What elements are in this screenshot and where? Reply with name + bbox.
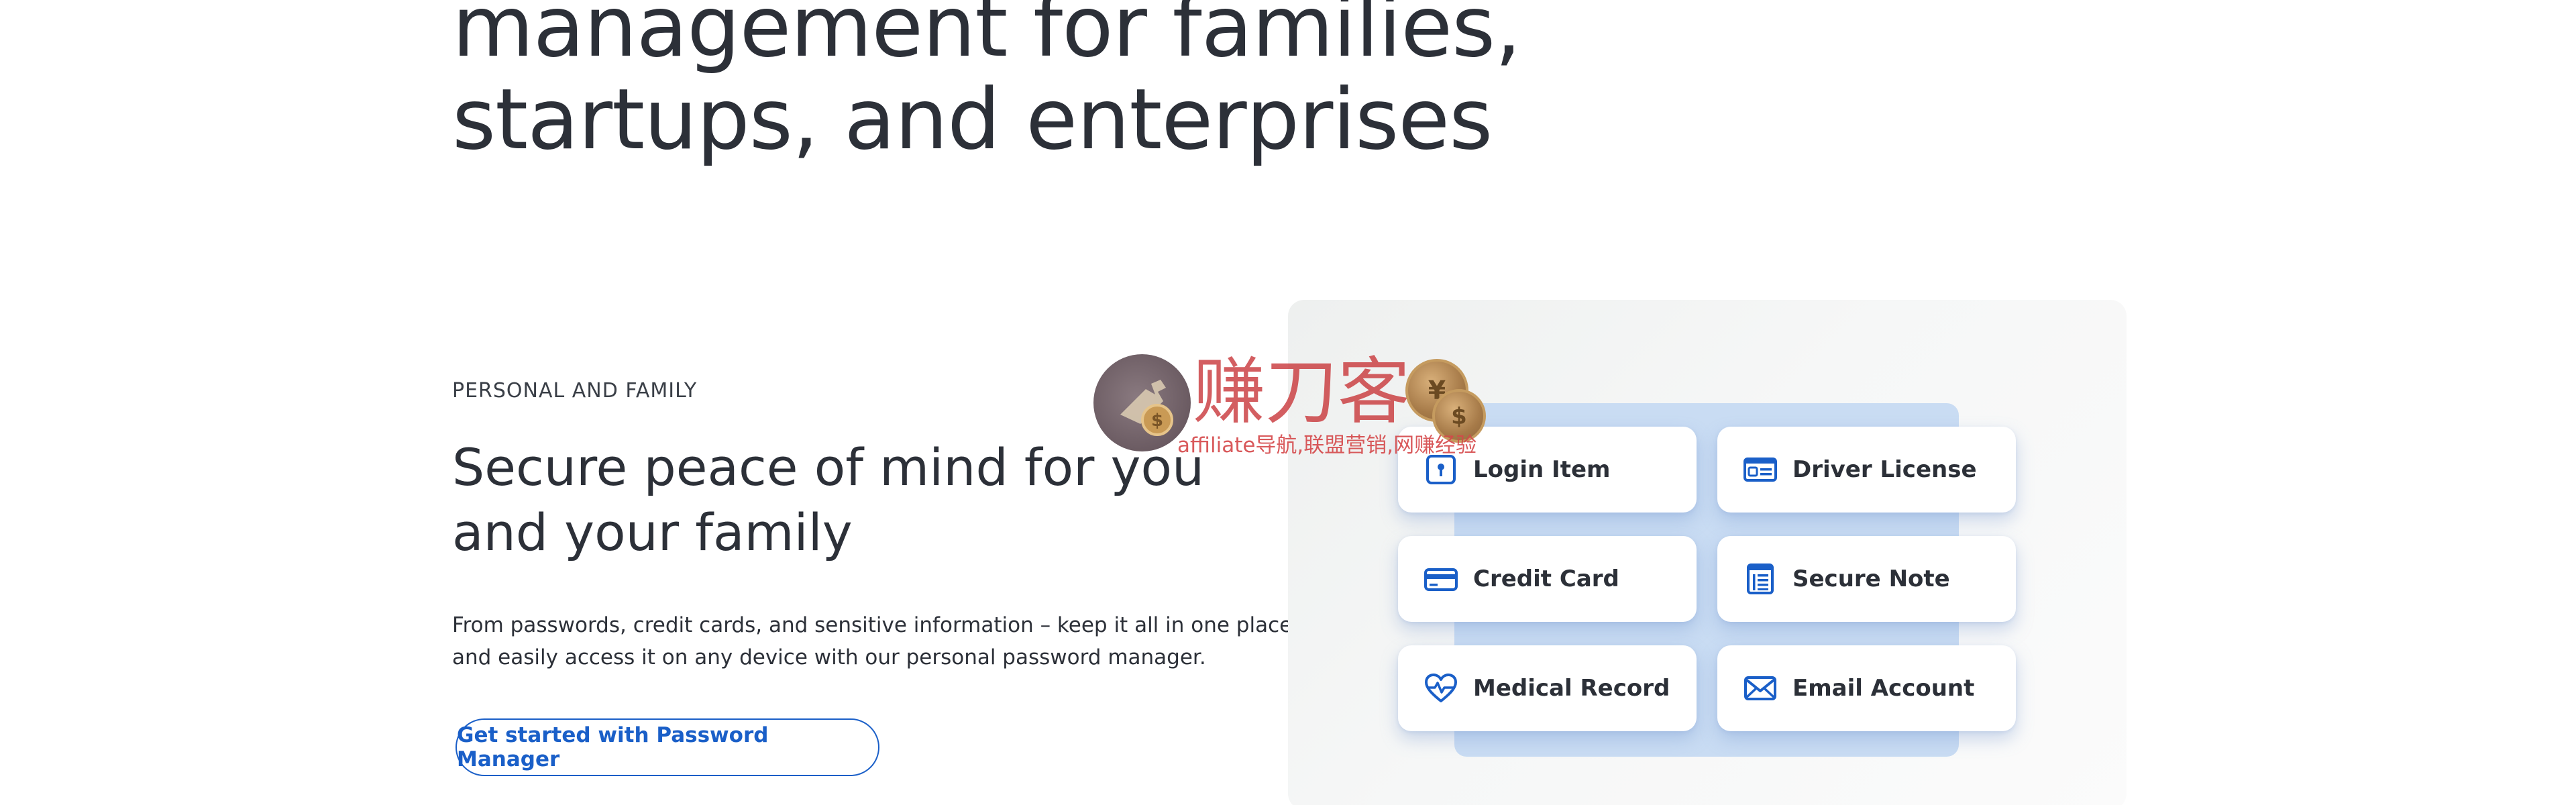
watermark-logo-icon: $	[1093, 354, 1191, 451]
hero-heading-line-1: management for families,	[452, 0, 1521, 76]
vault-item-medical-record[interactable]: Medical Record	[1398, 645, 1697, 731]
hero-heading-line-2: startups, and enterprises	[452, 71, 1493, 168]
secure-note-icon	[1743, 561, 1778, 596]
vault-item-secure-note[interactable]: Secure Note	[1717, 536, 2016, 622]
vault-item-label: Credit Card	[1473, 566, 1619, 592]
svg-text:$: $	[1451, 403, 1467, 430]
section-description-line-2: and easily access it on any device with …	[452, 645, 1206, 669]
watermark: $ 赚刀客 ¥ $ affiliate导航,联盟营销,网赚经验	[1093, 352, 1496, 460]
vault-item-driver-license[interactable]: Driver License	[1717, 427, 2016, 513]
vault-item-label: Secure Note	[1792, 566, 1950, 592]
credit-card-icon	[1424, 561, 1458, 596]
section-description-line-1: From passwords, credit cards, and sensit…	[452, 613, 1293, 637]
vault-item-credit-card[interactable]: Credit Card	[1398, 536, 1697, 622]
hero-heading: management for families, startups, and e…	[452, 0, 1521, 168]
email-account-icon	[1743, 671, 1778, 706]
get-started-password-manager-button[interactable]: Get started with Password Manager	[455, 718, 879, 776]
vault-item-label: Driver License	[1792, 456, 1977, 483]
vault-item-label: Login Item	[1473, 456, 1611, 483]
vault-item-label: Medical Record	[1473, 675, 1670, 702]
svg-text:$: $	[1151, 411, 1163, 431]
section-heading-line-2: and your family	[452, 502, 853, 562]
vault-item-label: Email Account	[1792, 675, 1975, 702]
medical-record-icon	[1424, 671, 1458, 706]
driver-license-icon	[1743, 452, 1778, 487]
watermark-subtitle: affiliate导航,联盟营销,网赚经验	[1177, 433, 1477, 458]
section-eyebrow: PERSONAL AND FAMILY	[452, 379, 698, 402]
section-description: From passwords, credit cards, and sensit…	[452, 609, 1293, 674]
vault-item-email-account[interactable]: Email Account	[1717, 645, 2016, 731]
watermark-title: 赚刀客	[1193, 350, 1411, 434]
